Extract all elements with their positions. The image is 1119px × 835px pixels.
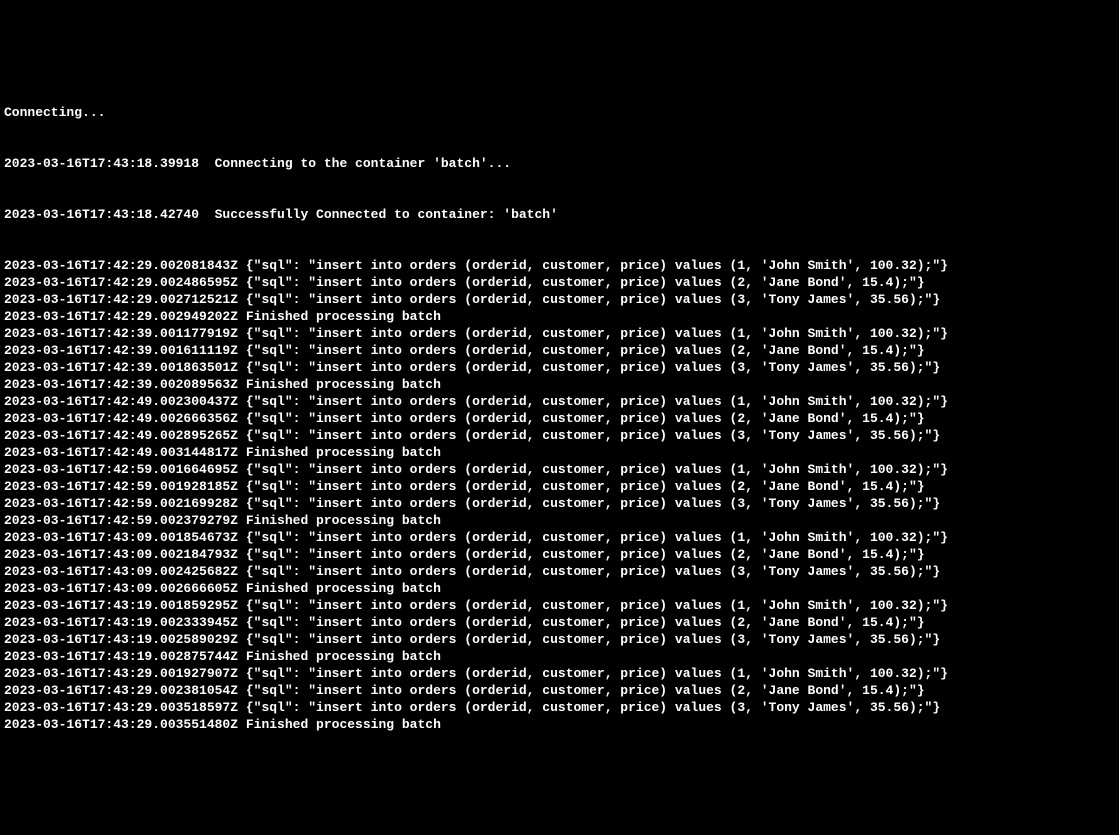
log-line-sql: 2023-03-16T17:43:09.002425682Z {"sql": "… (4, 563, 1115, 580)
log-line-finish: 2023-03-16T17:42:39.002089563Z Finished … (4, 376, 1115, 393)
log-line-sql: 2023-03-16T17:43:09.002184793Z {"sql": "… (4, 546, 1115, 563)
log-line-sql: 2023-03-16T17:42:59.002169928Z {"sql": "… (4, 495, 1115, 512)
log-line-sql: 2023-03-16T17:42:39.001863501Z {"sql": "… (4, 359, 1115, 376)
log-line-sql: 2023-03-16T17:42:59.001928185Z {"sql": "… (4, 478, 1115, 495)
log-line-sql: 2023-03-16T17:43:19.001859295Z {"sql": "… (4, 597, 1115, 614)
log-line-finish: 2023-03-16T17:42:59.002379279Z Finished … (4, 512, 1115, 529)
log-line-connecting: Connecting... (4, 104, 1115, 121)
log-line-sql: 2023-03-16T17:42:39.001611119Z {"sql": "… (4, 342, 1115, 359)
log-line-sql: 2023-03-16T17:43:29.002381054Z {"sql": "… (4, 682, 1115, 699)
log-line-sql: 2023-03-16T17:43:19.002589029Z {"sql": "… (4, 631, 1115, 648)
log-line-sql: 2023-03-16T17:43:19.002333945Z {"sql": "… (4, 614, 1115, 631)
log-line-sql: 2023-03-16T17:42:49.002666356Z {"sql": "… (4, 410, 1115, 427)
log-line-sql: 2023-03-16T17:42:39.001177919Z {"sql": "… (4, 325, 1115, 342)
terminal-output[interactable]: Connecting... 2023-03-16T17:43:18.39918 … (4, 70, 1115, 750)
log-line-sql: 2023-03-16T17:42:49.002300437Z {"sql": "… (4, 393, 1115, 410)
log-line-sql: 2023-03-16T17:42:59.001664695Z {"sql": "… (4, 461, 1115, 478)
log-line-finish: 2023-03-16T17:43:19.002875744Z Finished … (4, 648, 1115, 665)
log-body: 2023-03-16T17:42:29.002081843Z {"sql": "… (4, 257, 1115, 733)
log-line-sql: 2023-03-16T17:42:29.002486595Z {"sql": "… (4, 274, 1115, 291)
log-line-sql: 2023-03-16T17:43:29.001927907Z {"sql": "… (4, 665, 1115, 682)
log-line-sql: 2023-03-16T17:42:29.002712521Z {"sql": "… (4, 291, 1115, 308)
log-line-finish: 2023-03-16T17:43:09.002666605Z Finished … (4, 580, 1115, 597)
log-line-sql: 2023-03-16T17:42:29.002081843Z {"sql": "… (4, 257, 1115, 274)
log-line-sql: 2023-03-16T17:43:09.001854673Z {"sql": "… (4, 529, 1115, 546)
log-line-sql: 2023-03-16T17:42:49.002895265Z {"sql": "… (4, 427, 1115, 444)
log-line-sql: 2023-03-16T17:43:29.003518597Z {"sql": "… (4, 699, 1115, 716)
log-line-connect-success: 2023-03-16T17:43:18.42740 Successfully C… (4, 206, 1115, 223)
log-line-connect-start: 2023-03-16T17:43:18.39918 Connecting to … (4, 155, 1115, 172)
log-line-finish: 2023-03-16T17:42:29.002949202Z Finished … (4, 308, 1115, 325)
log-line-finish: 2023-03-16T17:42:49.003144817Z Finished … (4, 444, 1115, 461)
log-line-finish: 2023-03-16T17:43:29.003551480Z Finished … (4, 716, 1115, 733)
